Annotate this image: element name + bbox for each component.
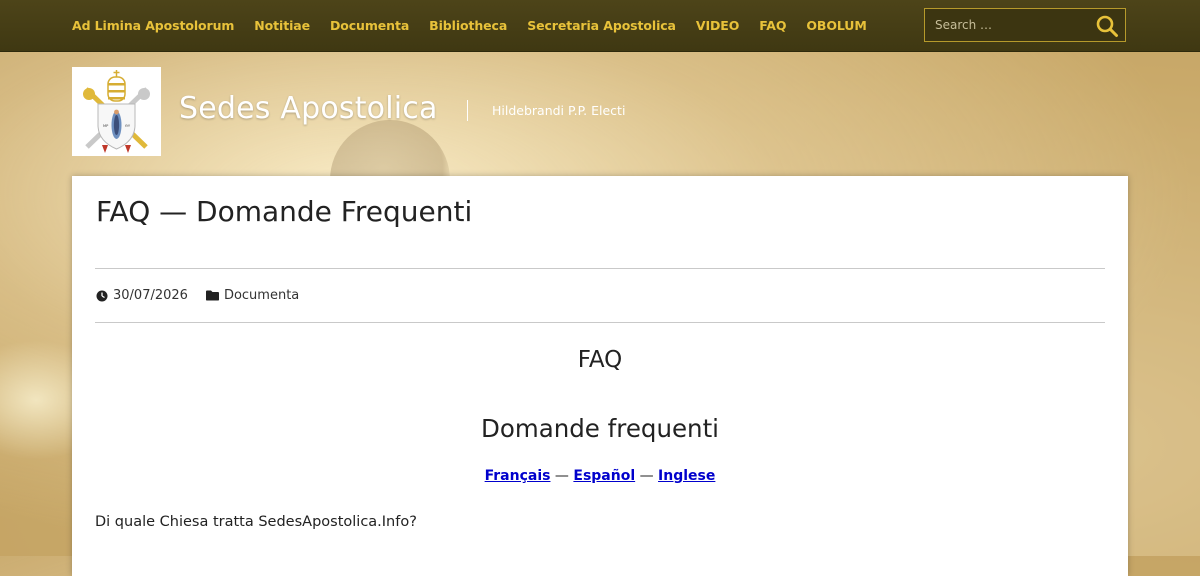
clock-icon xyxy=(96,290,108,301)
main-menu: Ad Limina Apostolorum Notitiae Documenta… xyxy=(72,0,887,51)
nav-item-documenta[interactable]: Documenta xyxy=(330,18,409,33)
post-date[interactable]: 30/07/2026 xyxy=(113,288,188,303)
lang-link-espanol[interactable]: Español xyxy=(573,468,635,484)
svg-text:MP: MP xyxy=(103,124,109,128)
site-logo[interactable]: MP ΘY xyxy=(72,67,161,156)
lang-separator: — xyxy=(635,468,659,484)
post-title: FAQ — Domande Frequenti xyxy=(96,195,473,228)
heading-domande-frequenti: Domande frequenti xyxy=(480,414,719,443)
search-icon xyxy=(1096,15,1118,37)
title-separator xyxy=(467,100,468,121)
post-meta: 30/07/2026 Documenta xyxy=(96,288,299,303)
nav-item-faq[interactable]: FAQ xyxy=(759,18,786,33)
post-card: FAQ — Domande Frequenti 30/07/2026 Docum… xyxy=(72,176,1128,576)
meta-divider-bottom xyxy=(95,322,1105,323)
site-tagline: Hildebrandi P.P. Electi xyxy=(492,103,626,118)
top-navigation-bar: Ad Limina Apostolorum Notitiae Documenta… xyxy=(0,0,1200,52)
lang-link-francais[interactable]: Français xyxy=(485,468,551,484)
nav-item-notitiae[interactable]: Notitiae xyxy=(254,18,310,33)
faq-question: Di quale Chiesa tratta SedesApostolica.I… xyxy=(95,514,417,530)
nav-item-bibliotheca[interactable]: Bibliotheca xyxy=(429,18,507,33)
nav-item-obolum[interactable]: OBOLUM xyxy=(806,18,866,33)
nav-item-video[interactable]: VIDEO xyxy=(696,18,739,33)
nav-item-ad-limina[interactable]: Ad Limina Apostolorum xyxy=(72,18,234,33)
lang-separator: — xyxy=(550,468,574,484)
meta-divider-top xyxy=(95,268,1105,269)
papal-coat-of-arms-icon: MP ΘY xyxy=(83,70,150,153)
search-input[interactable] xyxy=(925,9,1105,41)
search-button[interactable] xyxy=(1095,14,1119,38)
svg-text:ΘY: ΘY xyxy=(125,124,131,128)
heading-faq: FAQ xyxy=(577,347,623,373)
nav-item-secretaria[interactable]: Secretaria Apostolica xyxy=(527,18,676,33)
post-category-label: Documenta xyxy=(223,288,300,303)
language-links: Français — Español — Inglese xyxy=(72,468,1128,484)
lang-link-inglese[interactable]: Inglese xyxy=(658,468,715,484)
site-title[interactable]: Sedes Apostolica xyxy=(179,91,438,126)
post-category[interactable]: Documenta xyxy=(205,288,300,303)
search-box xyxy=(924,8,1126,42)
folder-icon xyxy=(205,290,219,301)
